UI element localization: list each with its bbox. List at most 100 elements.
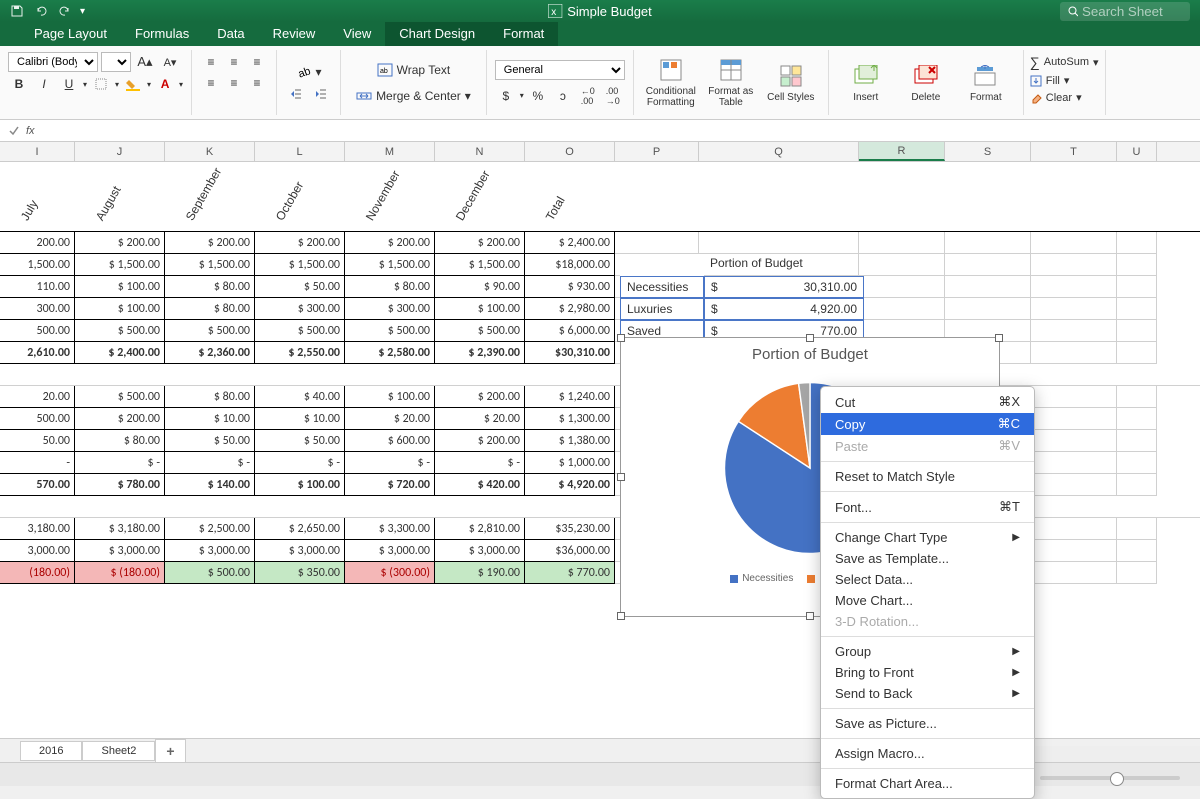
- data-cell[interactable]: $ 3,180.00: [75, 518, 165, 540]
- data-cell[interactable]: $ 80.00: [165, 386, 255, 408]
- empty-cell[interactable]: [1031, 408, 1117, 430]
- empty-cell[interactable]: [1031, 540, 1117, 562]
- empty-cell[interactable]: [945, 232, 1031, 254]
- empty-cell[interactable]: [1031, 474, 1117, 496]
- clear-button[interactable]: Clear ▾: [1030, 89, 1099, 106]
- data-cell[interactable]: $ -: [435, 452, 525, 474]
- data-cell[interactable]: $ 1,380.00: [525, 430, 615, 452]
- increase-font-icon[interactable]: A▴: [134, 52, 156, 72]
- fx-label[interactable]: fx: [26, 125, 35, 137]
- data-cell[interactable]: $ 420.00: [435, 474, 525, 496]
- add-sheet-button[interactable]: +: [155, 739, 185, 763]
- data-cell[interactable]: 2,610.00: [0, 342, 75, 364]
- data-cell[interactable]: $ 50.00: [165, 430, 255, 452]
- data-cell[interactable]: $ 1,500.00: [345, 254, 435, 276]
- data-cell[interactable]: $ 200.00: [75, 408, 165, 430]
- data-cell[interactable]: $ 2,390.00: [435, 342, 525, 364]
- column-header[interactable]: M: [345, 142, 435, 161]
- data-cell[interactable]: $ 500.00: [165, 320, 255, 342]
- data-cell[interactable]: $ 500.00: [165, 562, 255, 584]
- empty-cell[interactable]: [1031, 298, 1117, 320]
- column-header[interactable]: K: [165, 142, 255, 161]
- sheet-tab[interactable]: 2016: [20, 741, 82, 761]
- data-cell[interactable]: $ 3,000.00: [435, 540, 525, 562]
- portion-label[interactable]: Necessities: [620, 276, 704, 298]
- data-cell[interactable]: $ 80.00: [345, 276, 435, 298]
- empty-cell[interactable]: [1117, 232, 1157, 254]
- column-header[interactable]: R: [859, 142, 945, 161]
- border-button[interactable]: [90, 74, 112, 94]
- decrease-indent-icon[interactable]: [285, 84, 307, 104]
- data-cell[interactable]: $ -: [165, 452, 255, 474]
- menu-item-change-chart-type[interactable]: Change Chart Type▶: [821, 527, 1034, 548]
- data-cell[interactable]: 500.00: [0, 320, 75, 342]
- currency-button[interactable]: $: [495, 86, 517, 106]
- data-cell[interactable]: $ 80.00: [165, 276, 255, 298]
- menu-item-font[interactable]: Font...⌘T: [821, 496, 1034, 518]
- empty-cell[interactable]: [1031, 386, 1117, 408]
- data-cell[interactable]: $ 10.00: [255, 408, 345, 430]
- redo-icon[interactable]: [56, 3, 74, 19]
- data-cell[interactable]: $ 3,000.00: [165, 540, 255, 562]
- increase-decimal-icon[interactable]: ←0.00: [577, 86, 599, 106]
- insert-button[interactable]: Insert: [837, 52, 895, 112]
- empty-cell[interactable]: [1031, 254, 1117, 276]
- comma-button[interactable]: ͻ: [552, 86, 574, 106]
- data-cell[interactable]: $ 200.00: [435, 386, 525, 408]
- data-cell[interactable]: $ 1,500.00: [165, 254, 255, 276]
- data-cell[interactable]: $ -: [345, 452, 435, 474]
- check-icon[interactable]: [8, 125, 20, 137]
- empty-cell[interactable]: [1117, 540, 1157, 562]
- autosum-button[interactable]: ∑AutoSum ▾: [1030, 52, 1099, 72]
- empty-cell[interactable]: [859, 232, 945, 254]
- portion-label[interactable]: Luxuries: [620, 298, 704, 320]
- empty-cell[interactable]: [945, 254, 1031, 276]
- empty-cell[interactable]: [1031, 452, 1117, 474]
- decrease-font-icon[interactable]: A▾: [159, 52, 181, 72]
- empty-cell[interactable]: [1117, 452, 1157, 474]
- data-cell[interactable]: $ -: [75, 452, 165, 474]
- column-header[interactable]: T: [1031, 142, 1117, 161]
- delete-button[interactable]: Delete: [897, 52, 955, 112]
- empty-cell[interactable]: [859, 254, 945, 276]
- fill-button[interactable]: Fill ▾: [1030, 72, 1099, 89]
- data-cell[interactable]: $ 2,500.00: [165, 518, 255, 540]
- data-cell[interactable]: $ 300.00: [255, 298, 345, 320]
- horizontal-scrollbar[interactable]: [1020, 746, 1200, 762]
- data-cell[interactable]: $ 930.00: [525, 276, 615, 298]
- empty-cell[interactable]: [1117, 320, 1157, 342]
- conditional-formatting-button[interactable]: Conditional Formatting: [642, 52, 700, 112]
- empty-cell[interactable]: [1031, 320, 1117, 342]
- decrease-decimal-icon[interactable]: .00→0: [602, 86, 624, 106]
- menu-item-format-chart-area[interactable]: Format Chart Area...: [821, 773, 1034, 794]
- data-cell[interactable]: $ 6,000.00: [525, 320, 615, 342]
- menu-item-assign-macro[interactable]: Assign Macro...: [821, 743, 1034, 764]
- format-table-button[interactable]: Format as Table: [702, 52, 760, 112]
- data-cell[interactable]: 50.00: [0, 430, 75, 452]
- menu-item-group[interactable]: Group▶: [821, 641, 1034, 662]
- data-cell[interactable]: $ 3,300.00: [345, 518, 435, 540]
- menu-item-reset-to-match-style[interactable]: Reset to Match Style: [821, 466, 1034, 487]
- column-header[interactable]: I: [0, 142, 75, 161]
- align-center-icon[interactable]: ≡: [223, 73, 245, 93]
- zoom-slider[interactable]: [1040, 776, 1180, 780]
- data-cell[interactable]: $ 2,550.00: [255, 342, 345, 364]
- ribbon-tab-view[interactable]: View: [329, 22, 385, 46]
- undo-icon[interactable]: [32, 3, 50, 19]
- column-header[interactable]: S: [945, 142, 1031, 161]
- data-cell[interactable]: 200.00: [0, 232, 75, 254]
- empty-cell[interactable]: [615, 232, 699, 254]
- data-cell[interactable]: $ 600.00: [345, 430, 435, 452]
- data-cell[interactable]: $ (300.00): [345, 562, 435, 584]
- data-cell[interactable]: $ 100.00: [255, 474, 345, 496]
- empty-cell[interactable]: [1031, 342, 1117, 364]
- empty-cell[interactable]: [1117, 342, 1157, 364]
- data-cell[interactable]: $ 350.00: [255, 562, 345, 584]
- column-header[interactable]: Q: [699, 142, 859, 161]
- search-input[interactable]: [1082, 4, 1182, 19]
- empty-cell[interactable]: [1031, 232, 1117, 254]
- data-cell[interactable]: -: [0, 452, 75, 474]
- empty-cell[interactable]: [1117, 254, 1157, 276]
- align-right-icon[interactable]: ≡: [246, 73, 268, 93]
- data-cell[interactable]: $ 20.00: [345, 408, 435, 430]
